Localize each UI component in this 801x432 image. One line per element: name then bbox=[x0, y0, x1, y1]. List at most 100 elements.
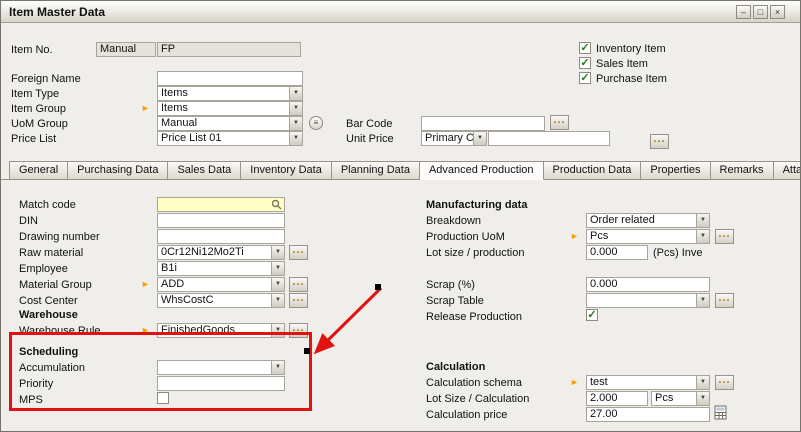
foreign-name-input[interactable] bbox=[157, 71, 303, 86]
drawing-number-input[interactable] bbox=[157, 229, 285, 244]
calculation-schema-browse-button[interactable]: ... bbox=[715, 375, 734, 390]
accumulation-label: Accumulation bbox=[19, 362, 85, 374]
bar-code-browse-button[interactable]: ... bbox=[550, 115, 569, 130]
chevron-down-icon[interactable]: ▼ bbox=[696, 214, 709, 227]
chevron-down-icon[interactable]: ▼ bbox=[271, 294, 284, 307]
warehouse-rule-value: FinishedGoods bbox=[161, 324, 235, 336]
link-arrow-icon[interactable]: ► bbox=[570, 229, 579, 244]
link-arrow-icon[interactable]: ► bbox=[141, 323, 150, 338]
tab-advanced-production[interactable]: Advanced Production bbox=[420, 161, 544, 180]
scrap-table-select[interactable]: ▼ bbox=[586, 293, 710, 308]
lot-size-production-input[interactable]: 0.000 bbox=[586, 245, 648, 260]
warehouse-rule-label: Warehouse Rule bbox=[19, 325, 101, 337]
match-code-label: Match code bbox=[19, 199, 76, 211]
material-group-browse-button[interactable]: ... bbox=[289, 277, 308, 292]
material-group-label: Material Group bbox=[19, 279, 92, 291]
chevron-down-icon[interactable]: ▼ bbox=[271, 361, 284, 374]
raw-material-select[interactable]: 0Cr12Ni12Mo2Ti ▼ bbox=[157, 245, 285, 260]
link-arrow-icon[interactable]: ► bbox=[570, 375, 579, 390]
tab-general[interactable]: General bbox=[9, 161, 68, 180]
maximize-button[interactable]: □ bbox=[753, 5, 768, 19]
match-code-input[interactable] bbox=[157, 197, 285, 212]
tab-attachment[interactable]: Attachment bbox=[774, 161, 800, 180]
breakdown-label: Breakdown bbox=[426, 215, 481, 227]
scrap-table-browse-button[interactable]: ... bbox=[715, 293, 734, 308]
unit-price-input[interactable] bbox=[488, 131, 610, 146]
lot-size-calculation-uom-value: Pcs bbox=[655, 392, 673, 404]
item-no-mode[interactable]: Manual bbox=[96, 42, 156, 57]
tab-inventory-data[interactable]: Inventory Data bbox=[241, 161, 332, 180]
chevron-down-icon[interactable]: ▼ bbox=[271, 246, 284, 259]
warehouse-rule-select[interactable]: FinishedGoods ▼ bbox=[157, 323, 285, 338]
mps-checkbox[interactable] bbox=[157, 392, 169, 404]
purchase-item-checkbox[interactable]: ✓ bbox=[579, 72, 591, 84]
employee-select[interactable]: B1i ▼ bbox=[157, 261, 285, 276]
price-list-select[interactable]: Price List 01 ▼ bbox=[157, 131, 303, 146]
annotation-handle bbox=[304, 348, 310, 354]
chevron-down-icon[interactable]: ▼ bbox=[696, 294, 709, 307]
bar-code-input[interactable] bbox=[421, 116, 545, 131]
calculator-icon[interactable] bbox=[714, 405, 728, 421]
scheduling-section-header: Scheduling bbox=[19, 346, 78, 358]
accumulation-select[interactable]: ▼ bbox=[157, 360, 285, 375]
chevron-down-icon[interactable]: ▼ bbox=[271, 262, 284, 275]
item-group-select[interactable]: Items ▼ bbox=[157, 101, 303, 116]
chevron-down-icon[interactable]: ▼ bbox=[696, 230, 709, 243]
calculation-schema-select[interactable]: test ▼ bbox=[586, 375, 710, 390]
chevron-down-icon[interactable]: ▼ bbox=[696, 392, 709, 405]
chevron-down-icon[interactable]: ▼ bbox=[289, 132, 302, 145]
uom-group-select[interactable]: Manual ▼ bbox=[157, 116, 303, 131]
minimize-button[interactable]: – bbox=[736, 5, 751, 19]
material-group-select[interactable]: ADD ▼ bbox=[157, 277, 285, 292]
release-production-label: Release Production bbox=[426, 311, 522, 323]
raw-material-browse-button[interactable]: ... bbox=[289, 245, 308, 260]
unit-price-currency-select[interactable]: Primary Curr ▼ bbox=[421, 131, 487, 146]
cost-center-browse-button[interactable]: ... bbox=[289, 293, 308, 308]
breakdown-select[interactable]: Order related ▼ bbox=[586, 213, 710, 228]
item-type-select[interactable]: Items ▼ bbox=[157, 86, 303, 101]
din-input[interactable] bbox=[157, 213, 285, 228]
warehouse-rule-browse-button[interactable]: ... bbox=[289, 323, 308, 338]
item-group-label: Item Group bbox=[11, 103, 66, 115]
lot-size-calculation-input[interactable]: 2.000 bbox=[586, 391, 648, 406]
title-bar[interactable]: Item Master Data bbox=[1, 1, 800, 23]
cost-center-select[interactable]: WhsCostC ▼ bbox=[157, 293, 285, 308]
unit-price-browse-button[interactable]: ... bbox=[650, 134, 669, 149]
din-label: DIN bbox=[19, 215, 38, 227]
raw-material-label: Raw material bbox=[19, 247, 83, 259]
production-uom-select[interactable]: Pcs ▼ bbox=[586, 229, 710, 244]
link-arrow-icon[interactable]: ► bbox=[141, 277, 150, 292]
calculation-section-header: Calculation bbox=[426, 361, 485, 373]
production-uom-browse-button[interactable]: ... bbox=[715, 229, 734, 244]
item-no-input[interactable]: FP bbox=[157, 42, 301, 57]
chevron-down-icon[interactable]: ▼ bbox=[289, 117, 302, 130]
sales-item-label: Sales Item bbox=[596, 58, 648, 70]
chevron-down-icon[interactable]: ▼ bbox=[271, 278, 284, 291]
tab-production-data[interactable]: Production Data bbox=[544, 161, 642, 180]
lot-size-calculation-uom-select[interactable]: Pcs ▼ bbox=[651, 391, 710, 406]
item-no-label: Item No. bbox=[11, 44, 53, 56]
search-icon[interactable] bbox=[271, 199, 282, 210]
link-arrow-icon[interactable]: ► bbox=[141, 101, 150, 116]
uom-group-definition-icon[interactable]: ≡ bbox=[309, 116, 323, 130]
inventory-item-checkbox[interactable]: ✓ bbox=[579, 42, 591, 54]
chevron-down-icon[interactable]: ▼ bbox=[696, 376, 709, 389]
chevron-down-icon[interactable]: ▼ bbox=[271, 324, 284, 337]
close-button[interactable]: × bbox=[770, 5, 785, 19]
price-list-value: Price List 01 bbox=[161, 132, 222, 144]
chevron-down-icon[interactable]: ▼ bbox=[473, 132, 486, 145]
calculation-price-input[interactable]: 27.00 bbox=[586, 407, 710, 422]
scrap-percent-input[interactable]: 0.000 bbox=[586, 277, 710, 292]
release-production-checkbox[interactable]: ✓ bbox=[586, 309, 598, 321]
calculation-schema-value: test bbox=[590, 376, 608, 388]
priority-input[interactable] bbox=[157, 376, 285, 391]
tab-planning-data[interactable]: Planning Data bbox=[332, 161, 420, 180]
tab-properties[interactable]: Properties bbox=[641, 161, 710, 180]
tab-purchasing-data[interactable]: Purchasing Data bbox=[68, 161, 168, 180]
uom-group-label: UoM Group bbox=[11, 118, 68, 130]
sales-item-checkbox[interactable]: ✓ bbox=[579, 57, 591, 69]
tab-sales-data[interactable]: Sales Data bbox=[168, 161, 241, 180]
tab-remarks[interactable]: Remarks bbox=[711, 161, 774, 180]
chevron-down-icon[interactable]: ▼ bbox=[289, 87, 302, 100]
chevron-down-icon[interactable]: ▼ bbox=[289, 102, 302, 115]
